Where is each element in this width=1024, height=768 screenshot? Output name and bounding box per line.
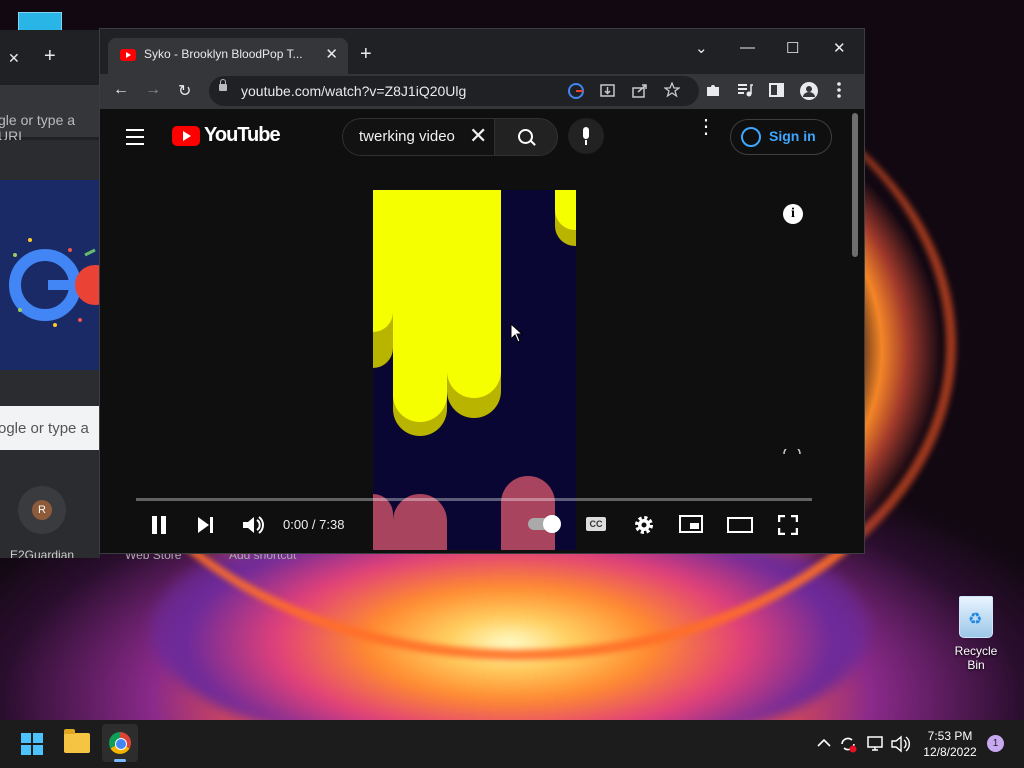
- youtube-page: YouTube twerking video ✕ ⋮ Sign in i 0:0…: [100, 109, 864, 553]
- tab-title: Syko - Brooklyn BloodPop T...: [144, 47, 303, 61]
- background-tabbar: ✕ +: [0, 30, 100, 85]
- notification-badge[interactable]: 1: [987, 735, 1004, 752]
- video-art: [393, 190, 447, 422]
- url-text: youtube.com/watch?v=Z8J1iQ20Ulg: [241, 83, 467, 99]
- show-hidden-icons-chevron-up-icon[interactable]: [817, 738, 831, 748]
- recycle-bin-icon: ♻: [959, 596, 993, 638]
- back-button[interactable]: ←: [113, 81, 129, 99]
- clock-date: 12/8/2022: [923, 745, 977, 759]
- video-time-display: 0:00 / 7:38: [283, 517, 345, 532]
- shortcut-avatar: R: [32, 500, 52, 520]
- doodle-art: [9, 238, 100, 327]
- address-bar[interactable]: youtube.com/watch?v=Z8J1iQ20Ulg: [209, 76, 699, 106]
- settings-gear-icon[interactable]: [633, 514, 655, 536]
- speaker-volume-icon[interactable]: [891, 735, 911, 753]
- taskbar: 7:53 PM 12/8/2022 1: [0, 720, 1024, 768]
- miniplayer-icon[interactable]: [679, 515, 703, 533]
- pause-icon[interactable]: [150, 515, 168, 535]
- tab-youtube[interactable]: Syko - Brooklyn BloodPop T... ✕: [108, 38, 348, 74]
- active-app-indicator: [114, 759, 126, 762]
- start-windows-icon[interactable]: [21, 733, 43, 755]
- voice-search-mic-icon[interactable]: [568, 118, 604, 154]
- guide-menu-icon[interactable]: [126, 129, 144, 145]
- video-info-icon[interactable]: i: [783, 204, 803, 224]
- side-panel-icon[interactable]: [769, 82, 785, 98]
- profile-avatar-icon[interactable]: [800, 82, 818, 100]
- taskbar-chrome-button[interactable]: [102, 724, 138, 762]
- system-clock[interactable]: 7:53 PM 12/8/2022: [912, 728, 988, 760]
- search-icon: [518, 129, 533, 144]
- video-art: [501, 476, 555, 550]
- youtube-favicon-icon: [120, 49, 136, 61]
- clock-time: 7:53 PM: [927, 729, 973, 743]
- background-search-box[interactable]: ogle or type a: [0, 406, 100, 450]
- youtube-logo-text[interactable]: YouTube: [204, 124, 281, 147]
- autoplay-toggle[interactable]: [528, 515, 561, 533]
- theater-mode-icon[interactable]: [727, 517, 753, 533]
- recycle-bin-label: Recycle Bin: [954, 644, 998, 672]
- page-scrollbar[interactable]: [852, 113, 858, 257]
- browser-window[interactable]: Syko - Brooklyn BloodPop T... ✕ + ⌄ — ☐ …: [99, 28, 865, 554]
- reload-button[interactable]: ↻: [178, 81, 191, 101]
- recycle-bin[interactable]: ♻ Recycle Bin: [945, 596, 1007, 672]
- tab-strip: Syko - Brooklyn BloodPop T... ✕ + ⌄ — ☐ …: [100, 29, 864, 74]
- chrome-menu-icon[interactable]: [836, 82, 842, 98]
- new-tab-button[interactable]: +: [360, 43, 372, 66]
- youtube-masthead: YouTube twerking video ✕ ⋮ Sign in: [100, 109, 864, 165]
- sign-in-button[interactable]: Sign in: [730, 119, 832, 155]
- lock-icon[interactable]: [219, 79, 227, 91]
- fullscreen-icon[interactable]: [778, 515, 798, 535]
- background-omnibox[interactable]: gle or type a URL: [0, 85, 100, 144]
- search-button[interactable]: [494, 118, 558, 156]
- browser-toolbar: ← → ↻ youtube.com/watch?v=Z8J1iQ20Ulg: [100, 74, 864, 109]
- account-icon: [741, 127, 761, 147]
- next-video-icon[interactable]: [196, 516, 216, 534]
- video-art: [447, 190, 501, 398]
- extensions-puzzle-icon[interactable]: [705, 82, 721, 98]
- network-icon[interactable]: [866, 735, 886, 753]
- clear-search-icon[interactable]: ✕: [469, 123, 487, 149]
- bookmark-star-icon[interactable]: [664, 82, 680, 98]
- video-art: [373, 494, 393, 550]
- mouse-cursor-icon: [510, 323, 524, 343]
- close-window-button[interactable]: ✕: [833, 39, 846, 57]
- forward-button[interactable]: →: [145, 81, 161, 99]
- chrome-icon: [109, 732, 131, 754]
- shortcut-label: E2Guardian: [10, 548, 75, 558]
- minimize-button[interactable]: —: [740, 39, 755, 56]
- video-art: [393, 494, 447, 550]
- share-icon[interactable]: [632, 83, 648, 99]
- maximize-button[interactable]: ☐: [786, 39, 799, 57]
- spinner-icon: [783, 449, 801, 455]
- subtitles-cc-button[interactable]: CC: [586, 517, 606, 531]
- tab-close-icon[interactable]: ✕: [325, 45, 338, 63]
- volume-icon[interactable]: [242, 515, 264, 535]
- settings-more-icon[interactable]: ⋮: [696, 117, 716, 137]
- sign-in-label: Sign in: [769, 128, 816, 144]
- video-progress-bar[interactable]: [136, 498, 812, 501]
- install-app-icon[interactable]: [600, 83, 616, 99]
- shortcut-e2guardian[interactable]: R: [18, 486, 66, 534]
- google-lens-icon[interactable]: [567, 82, 585, 100]
- youtube-logo-icon[interactable]: [172, 126, 200, 146]
- search-input[interactable]: twerking video ✕: [342, 118, 496, 156]
- video-art: [373, 190, 393, 332]
- background-browser-window[interactable]: ✕ + gle or type a URL ogle or type a R E…: [0, 30, 100, 558]
- background-tab-close-icon[interactable]: ✕: [8, 50, 20, 67]
- tab-search-chevron-down-icon[interactable]: ⌄: [695, 39, 708, 57]
- media-controls-icon[interactable]: [737, 82, 753, 98]
- search-query: twerking video: [359, 128, 455, 145]
- video-frame[interactable]: [373, 190, 576, 550]
- file-explorer-icon[interactable]: [64, 729, 90, 753]
- background-new-tab-button[interactable]: +: [44, 45, 56, 68]
- sync-update-icon[interactable]: [838, 734, 858, 754]
- google-doodle[interactable]: [0, 180, 100, 370]
- background-search-placeholder: ogle or type a: [0, 420, 89, 437]
